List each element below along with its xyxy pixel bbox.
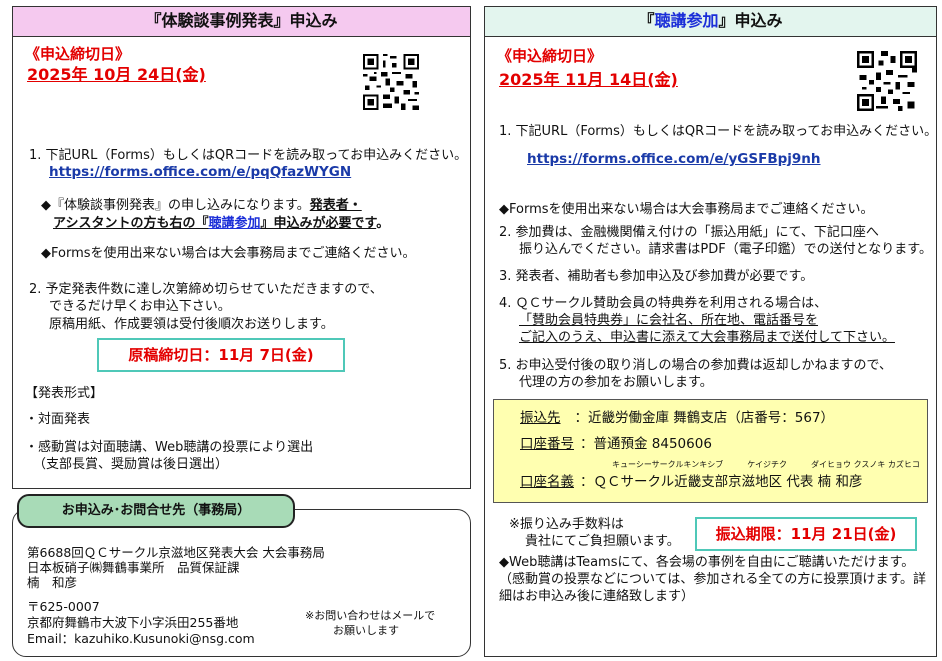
presentation-deadline-label: 《申込締切日》 <box>25 45 131 63</box>
attendance-deadline-label: 《申込締切日》 <box>497 47 603 65</box>
contact-box: お申込み･お問合せ先（事務局） 第6688回ＱＣサークル京滋地区発表大会 大会事… <box>12 494 471 657</box>
presentation-panel-title: 『体験談事例発表』申込み <box>13 7 470 37</box>
attendance-qr-code[interactable] <box>857 49 917 113</box>
contact-line-1: 第6688回ＱＣサークル京滋地区発表大会 大会事務局 <box>27 545 325 560</box>
bank-row-3: 口座名義 ：ＱＣサークル近畿支部京滋地区 代表 楠 和彦 <box>520 474 863 490</box>
attendance-step-5-line1: 5. お申込受付後の取り消しの場合の参加費は返却しかねますので、 <box>499 358 893 373</box>
format-item-2-line1: ・感動賞は対面聴講、Web聴講の投票により選出 <box>25 440 314 455</box>
attendance-panel-title: 『聴講参加』申込み <box>485 7 936 37</box>
presentation-note-1: ◆『体験談事例発表』の申し込みになります。発表者・ <box>41 198 362 213</box>
attendance-step-2-line1: 2. 参加費は、金融機関備え付けの「振込用紙」にて、下記口座へ <box>499 225 879 240</box>
contact-tab-label: お申込み･お問合せ先（事務局） <box>17 494 295 528</box>
contact-line-4: 〒625-0007 <box>27 599 100 614</box>
presentation-qr-code[interactable] <box>363 49 419 115</box>
bank-account-box: 振込先 ：近畿労働金庫 舞鶴支店（店番号：567） 口座番号 ：普通預金 84506… <box>493 399 928 503</box>
transfer-deadline-box: 振込期限：11月 21日(金) <box>695 517 917 551</box>
web-note-3: 細はお申込み後に連絡致します） <box>499 589 695 604</box>
attendance-application-panel: 『聴講参加』申込み 《申込締切日》 2025年 11月 14日(金) 1. 下記… <box>484 6 937 657</box>
attendance-step-4-line1: 4. ＱＣサークル賛助会員の特典券を利用される場合は、 <box>499 296 828 311</box>
web-note-2: （感動賞の投票などについては、参加される全ての方に投票頂けます。詳 <box>499 572 927 587</box>
presentation-step-2-line2: できるだけ早くお申込下さい。 <box>49 299 231 314</box>
mail-note-1: ※お問い合わせはメールで <box>305 609 436 622</box>
account-name-furigana: キューシーサークルキンキシブ ケイジチク ダイヒョウ クスノキ カズヒコ <box>612 460 920 469</box>
contact-line-5: 京都府舞鶴市大波下小字浜田255番地 <box>27 615 239 630</box>
format-item-2-line2: （支部長賞、奨励賞は後日選出） <box>33 457 229 472</box>
bank-row-1: 振込先 ：近畿労働金庫 舞鶴支店（店番号：567） <box>520 410 835 426</box>
web-note-1: ◆Web聴講はTeamsにて、各会場の事例を自由にご聴講いただけます。 <box>499 555 915 570</box>
attendance-note-1: ◆Formsを使用出来ない場合は大会事務局までご連絡ください。 <box>499 202 874 217</box>
attendance-step-5-line2: 代理の方の参加をお願いします。 <box>519 375 713 390</box>
attendance-step-4-line2: 「賛助会員特典券」に会社名、所在地、電話番号を <box>519 313 819 328</box>
attendance-forms-link[interactable]: https://forms.office.com/e/yGSFBpj9nh <box>527 151 821 169</box>
attendance-step-2-line2: 振り込んでください。請求書はPDF（電子印鑑）での送付となります。 <box>519 242 932 257</box>
presentation-deadline-date: 2025年 10月 24日(金) <box>27 65 206 84</box>
presentation-step-2-line3: 原稿用紙、作成要領は受付後順次お送りします。 <box>49 317 334 332</box>
bank-row-2: 口座番号 ：普通預金 8450606 <box>520 436 712 452</box>
presentation-application-panel: 『体験談事例発表』申込み 《申込締切日》 2025年 10月 24日(金) 1.… <box>12 6 471 489</box>
fee-note-1: ※振り込み手数料は <box>509 517 624 532</box>
presentation-step-1: 1. 下記URL（Forms）もしくはQRコードを読み取ってお申込みください。 <box>29 148 468 163</box>
presentation-note-2: ◆Formsを使用出来ない場合は大会事務局までご連絡ください。 <box>41 246 416 261</box>
format-item-1: ・対面発表 <box>25 412 91 427</box>
attendance-step-4-line3: ご記入のうえ、申込書に添えて大会事務局まで送付して下さい。 <box>519 330 895 345</box>
presentation-step-2-line1: 2. 予定発表件数に達し次第締め切らせていただきますので、 <box>29 282 383 297</box>
mail-note-2: お願いします <box>333 624 399 637</box>
contact-line-3: 楠 和彦 <box>27 575 78 590</box>
contact-email[interactable]: Email：kazuhiko.Kusunoki@nsg.com <box>27 631 255 647</box>
fee-note-2: 貴社にてご負担願います。 <box>525 534 680 549</box>
attendance-step-3: 3. 発表者、補助者も参加申込及び参加費が必要です。 <box>499 269 814 284</box>
attendance-step-1: 1. 下記URL（Forms）もしくはQRコードを読み取ってお申込みください。 <box>499 124 938 139</box>
format-heading: 【発表形式】 <box>25 386 104 401</box>
manuscript-deadline-box: 原稿締切日：11月 7日(金) <box>97 338 345 372</box>
contact-line-2: 日本板硝子㈱舞鶴事業所 品質保証課 <box>27 560 240 575</box>
attendance-deadline-date: 2025年 11月 14日(金) <box>499 70 678 89</box>
presentation-note-1-cont: アシスタントの方も右の『聴講参加』申込みが必要です。 <box>53 216 390 231</box>
presentation-forms-link[interactable]: https://forms.office.com/e/pqQfazWYGN <box>49 164 351 182</box>
